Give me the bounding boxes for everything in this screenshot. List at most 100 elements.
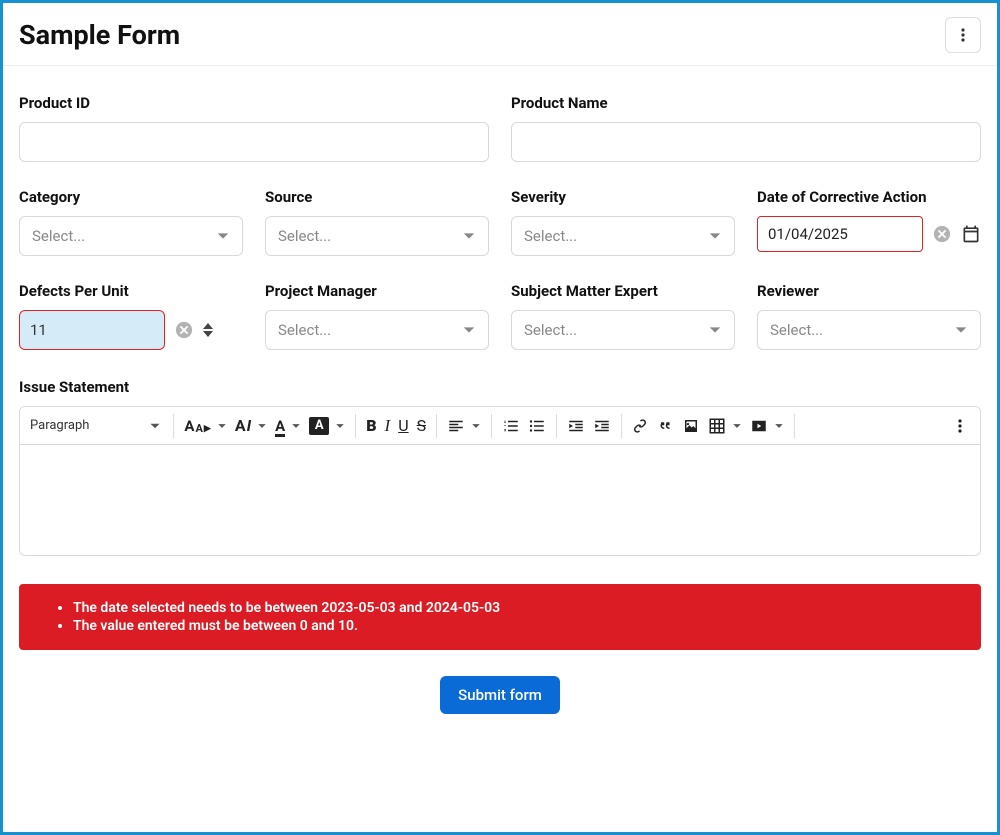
block-type-label: Paragraph: [30, 418, 89, 433]
defects-field: Defects Per Unit 11: [19, 282, 243, 350]
bold-button[interactable]: B: [362, 411, 380, 441]
calendar-icon[interactable]: [961, 224, 981, 244]
reviewer-select[interactable]: Select...: [757, 310, 981, 350]
font-size-icon: AI: [235, 416, 251, 435]
strike-icon: S: [417, 416, 427, 435]
rte-content[interactable]: [20, 445, 980, 555]
form-header: Sample Form: [3, 17, 997, 66]
error-item: The value entered must be between 0 and …: [73, 618, 963, 634]
category-label: Category: [19, 188, 243, 206]
reviewer-placeholder: Select...: [770, 321, 823, 339]
form-container: Sample Form Product ID Product Name Cate…: [0, 0, 1000, 835]
sme-label: Subject Matter Expert: [511, 282, 735, 300]
date-corrective-wrap: 01/04/2025: [757, 216, 981, 252]
unordered-list-button[interactable]: [524, 411, 550, 441]
pm-label: Project Manager: [265, 282, 489, 300]
highlight-icon: A: [309, 417, 329, 435]
bold-icon: B: [366, 416, 376, 435]
chevron-down-icon: [708, 323, 722, 337]
rich-text-editor: Paragraph AA▶ AI A A: [19, 406, 981, 556]
unordered-list-icon: [528, 417, 546, 435]
outdent-button[interactable]: [563, 411, 589, 441]
strike-button[interactable]: S: [413, 411, 431, 441]
chevron-down-icon: [774, 421, 784, 431]
toolbar-separator: [621, 414, 622, 438]
issue-statement-section: Issue Statement Paragraph AA▶ AI A: [3, 378, 997, 556]
align-left-icon: [447, 417, 465, 435]
source-label: Source: [265, 188, 489, 206]
chevron-down-icon: [257, 421, 267, 431]
underline-button[interactable]: U: [394, 411, 412, 441]
source-select[interactable]: Select...: [265, 216, 489, 256]
form-title: Sample Form: [19, 19, 180, 51]
table-icon: [708, 417, 726, 435]
pm-placeholder: Select...: [278, 321, 331, 339]
image-button[interactable]: [678, 411, 704, 441]
toolbar-separator: [491, 414, 492, 438]
align-button[interactable]: [443, 411, 485, 441]
highlight-button[interactable]: A: [305, 411, 349, 441]
severity-select[interactable]: Select...: [511, 216, 735, 256]
toolbar-separator: [355, 414, 356, 438]
outdent-icon: [567, 417, 585, 435]
sme-select[interactable]: Select...: [511, 310, 735, 350]
product-name-input[interactable]: [511, 122, 981, 162]
ordered-list-icon: [502, 417, 520, 435]
submit-button[interactable]: Submit form: [440, 676, 560, 714]
link-button[interactable]: [628, 411, 652, 441]
chevron-down-icon: [216, 229, 230, 243]
severity-placeholder: Select...: [524, 227, 577, 245]
text-color-icon: A: [275, 417, 285, 435]
block-type-select[interactable]: Paragraph: [28, 411, 167, 441]
ordered-list-button[interactable]: [498, 411, 524, 441]
step-up-button[interactable]: [203, 323, 213, 329]
reviewer-field: Reviewer Select...: [757, 282, 981, 350]
quote-button[interactable]: [652, 411, 678, 441]
chevron-down-icon: [462, 229, 476, 243]
text-color-button[interactable]: A: [271, 411, 305, 441]
source-field: Source Select...: [265, 188, 489, 256]
defects-label: Defects Per Unit: [19, 282, 243, 300]
category-field: Category Select...: [19, 188, 243, 256]
indent-button[interactable]: [589, 411, 615, 441]
toolbar-separator: [794, 414, 795, 438]
font-family-button[interactable]: AA▶: [180, 411, 230, 441]
category-placeholder: Select...: [32, 227, 85, 245]
submit-row: Submit form: [3, 676, 997, 714]
sme-field: Subject Matter Expert Select...: [511, 282, 735, 350]
reviewer-label: Reviewer: [757, 282, 981, 300]
date-corrective-field: Date of Corrective Action 01/04/2025: [757, 188, 981, 256]
video-icon: [750, 417, 768, 435]
chevron-down-icon: [954, 323, 968, 337]
toolbar-more-button[interactable]: [948, 411, 972, 441]
italic-button[interactable]: I: [381, 411, 395, 441]
chevron-down-icon: [732, 421, 742, 431]
kebab-icon: [955, 27, 971, 43]
date-corrective-label: Date of Corrective Action: [757, 188, 981, 206]
rte-toolbar: Paragraph AA▶ AI A A: [20, 407, 980, 445]
category-select[interactable]: Select...: [19, 216, 243, 256]
media-button[interactable]: [746, 411, 788, 441]
error-list: The date selected needs to be between 20…: [59, 600, 963, 634]
chevron-down-icon: [335, 421, 345, 431]
defects-input[interactable]: 11: [19, 310, 165, 350]
clear-date-icon[interactable]: [933, 225, 951, 243]
quote-icon: [656, 417, 674, 435]
chevron-down-icon: [471, 421, 481, 431]
product-id-field: Product ID: [19, 94, 489, 162]
date-corrective-input[interactable]: 01/04/2025: [757, 216, 923, 252]
product-id-input[interactable]: [19, 122, 489, 162]
defects-stepper: [203, 323, 213, 337]
pm-select[interactable]: Select...: [265, 310, 489, 350]
defects-wrap: 11: [19, 310, 243, 350]
more-options-button[interactable]: [945, 17, 981, 53]
font-size-button[interactable]: AI: [231, 411, 271, 441]
step-down-button[interactable]: [203, 331, 213, 337]
chevron-down-icon: [462, 323, 476, 337]
clear-defects-icon[interactable]: [175, 321, 193, 339]
indent-icon: [593, 417, 611, 435]
error-banner: The date selected needs to be between 20…: [19, 584, 981, 650]
table-button[interactable]: [704, 411, 746, 441]
chevron-down-icon: [708, 229, 722, 243]
product-id-label: Product ID: [19, 94, 489, 112]
